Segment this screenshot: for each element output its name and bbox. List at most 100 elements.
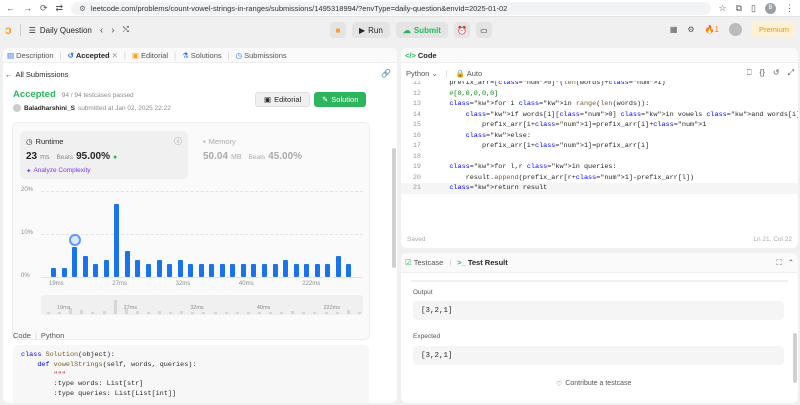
runtime-bar[interactable] bbox=[114, 203, 120, 277]
runtime-bar[interactable] bbox=[230, 264, 236, 277]
tab-switch-icon[interactable]: ⇄ bbox=[56, 3, 64, 14]
expand-icon[interactable]: ⛶ bbox=[776, 258, 781, 268]
daily-question-link[interactable]: ☰ Daily Question bbox=[29, 26, 92, 35]
runtime-bar[interactable] bbox=[209, 264, 215, 277]
mini-bar bbox=[224, 311, 228, 314]
runtime-bar[interactable] bbox=[283, 259, 289, 277]
runtime-box[interactable]: ◷ Runtime ⓘ 23 ms Beats 95.00% ● ✦ Analyze… bbox=[20, 131, 188, 179]
runtime-bar[interactable] bbox=[198, 264, 204, 277]
share-link-icon[interactable]: 🔗 bbox=[381, 69, 391, 78]
your-submission-marker[interactable] bbox=[68, 233, 81, 246]
runtime-bar[interactable] bbox=[251, 264, 257, 277]
runtime-bar[interactable] bbox=[240, 264, 246, 277]
menu-dots-icon[interactable]: ⋮ bbox=[785, 3, 794, 14]
submitter-name[interactable]: Baladharshini_S bbox=[24, 105, 75, 112]
post-solution-button[interactable]: ✎ Solution bbox=[314, 92, 367, 107]
prev-problem-icon[interactable]: ‹ bbox=[100, 25, 103, 36]
expected-label: Expected bbox=[413, 333, 441, 340]
settings-gear-icon[interactable]: ⚙ bbox=[687, 25, 694, 34]
format-code-icon[interactable]: {} bbox=[760, 68, 765, 78]
memory-box[interactable]: ▪ Memory 50.04 MB Beats 45.00% bbox=[199, 131, 359, 179]
analyze-complexity-link[interactable]: ✦ Analyze Complexity bbox=[26, 167, 91, 175]
extensions-icon[interactable]: ⧉ bbox=[736, 3, 742, 14]
back-to-submissions[interactable]: ← All Submissions bbox=[5, 70, 68, 79]
tab-accepted[interactable]: ↺ Accepted ✕ bbox=[68, 51, 118, 60]
editor-line: 21 class="kw">return result bbox=[401, 183, 798, 194]
sidebar-icon[interactable]: ▯ bbox=[751, 3, 756, 14]
runtime-bar[interactable] bbox=[177, 259, 183, 277]
premium-button[interactable]: Premium bbox=[751, 22, 796, 37]
layout-grid-icon[interactable]: ▦ bbox=[670, 25, 678, 34]
scrollbar[interactable] bbox=[793, 333, 797, 383]
info-icon[interactable]: ⓘ bbox=[174, 136, 182, 147]
runtime-bar[interactable] bbox=[335, 255, 341, 277]
tab-editorial[interactable]: ▣ Editorial bbox=[132, 51, 168, 60]
line-code: class="kw">for l,r class="kw">in queries… bbox=[449, 163, 617, 171]
clock-icon: ◷ bbox=[26, 137, 33, 146]
slider-tick-label: 32ms bbox=[190, 305, 204, 311]
line-code: #[0,0,0,0,0] bbox=[433, 89, 499, 98]
profile-avatar[interactable]: B bbox=[765, 2, 776, 14]
streak-counter[interactable]: 🔥1 bbox=[705, 25, 719, 34]
tab-test-result[interactable]: >_ Test Result bbox=[457, 258, 507, 267]
runtime-bar[interactable] bbox=[219, 264, 225, 277]
runtime-bar[interactable] bbox=[262, 264, 268, 277]
timer-button[interactable]: ⏰ bbox=[453, 22, 470, 38]
runtime-bar[interactable] bbox=[93, 264, 99, 277]
scrollbar[interactable] bbox=[392, 148, 396, 268]
submit-button[interactable]: ☁ Submit bbox=[395, 22, 448, 38]
next-problem-icon[interactable]: › bbox=[111, 25, 114, 36]
leetcode-logo-icon[interactable]: ↄ bbox=[5, 23, 12, 37]
runtime-bar[interactable] bbox=[145, 264, 151, 277]
runtime-bar[interactable] bbox=[103, 259, 109, 277]
runtime-bar[interactable] bbox=[156, 259, 162, 277]
tab-solutions[interactable]: ⚗ Solutions bbox=[182, 51, 222, 60]
user-avatar-small[interactable] bbox=[13, 104, 21, 112]
forward-arrow-icon[interactable]: → bbox=[23, 3, 32, 13]
runtime-bar[interactable] bbox=[167, 264, 173, 277]
reload-icon[interactable]: ⟳ bbox=[40, 3, 48, 14]
runtime-distribution-chart[interactable]: 20% 10% 0% 19ms 27ms 32ms 40ms 222ms 19ms 27m… bbox=[13, 183, 371, 341]
tab-submissions[interactable]: ◷ Submissions bbox=[236, 51, 287, 60]
runtime-bar[interactable] bbox=[188, 264, 194, 277]
contribute-testcase-link[interactable]: ♡ Contribute a testcase bbox=[556, 380, 631, 388]
code-editor[interactable]: 11 prefix_arr=[class="num">0]*(len(words… bbox=[401, 81, 798, 231]
debug-button[interactable]: ■ bbox=[330, 22, 346, 38]
runtime-bar[interactable] bbox=[325, 264, 331, 277]
runtime-bar[interactable] bbox=[61, 268, 67, 277]
tab-divider: | bbox=[227, 50, 230, 60]
runtime-bar[interactable] bbox=[82, 255, 88, 277]
reset-icon[interactable]: ↺ bbox=[773, 68, 780, 78]
tab-code[interactable]: </> Code bbox=[405, 51, 437, 60]
auto-mode-toggle[interactable]: 🔒 Auto bbox=[456, 69, 482, 78]
user-avatar[interactable] bbox=[728, 23, 742, 36]
bookmark-icon[interactable]: ⎕ bbox=[747, 68, 752, 78]
editorial-button[interactable]: ▣ Editorial bbox=[255, 92, 311, 107]
address-bar[interactable]: ⚙ leetcode.com/problems/count-vowel-stri… bbox=[71, 1, 711, 15]
runtime-bar[interactable] bbox=[293, 264, 299, 277]
runtime-bar[interactable] bbox=[51, 268, 56, 277]
code-language: Python bbox=[40, 331, 65, 340]
cursor-position: Ln 21, Col 22 bbox=[753, 236, 792, 243]
runtime-bar[interactable] bbox=[272, 264, 278, 277]
runtime-bar[interactable] bbox=[314, 264, 320, 277]
x-tick-label: 32ms bbox=[175, 281, 191, 287]
runtime-bar[interactable] bbox=[124, 251, 130, 277]
bookmark-star-icon[interactable]: ☆ bbox=[719, 3, 727, 14]
tab-description[interactable]: ▤ Description bbox=[7, 51, 54, 60]
expand-icon[interactable]: ⤢ bbox=[788, 68, 794, 78]
site-info-icon[interactable]: ⚙ bbox=[79, 4, 86, 13]
run-button[interactable]: ▶ Run bbox=[352, 22, 390, 38]
runtime-bar[interactable] bbox=[135, 259, 141, 277]
language-select[interactable]: Python ⌄ bbox=[406, 69, 438, 78]
runtime-bar[interactable] bbox=[346, 264, 352, 277]
notes-button[interactable]: ▭ bbox=[475, 22, 492, 38]
range-slider[interactable]: 19ms 27ms 32ms 40ms 222ms bbox=[41, 295, 363, 315]
back-arrow-icon[interactable]: ← bbox=[6, 3, 15, 13]
runtime-bar[interactable] bbox=[72, 246, 78, 277]
runtime-bar[interactable] bbox=[304, 264, 310, 277]
tab-testcase[interactable]: ☑ Testcase bbox=[405, 258, 443, 267]
close-tab-icon[interactable]: ✕ bbox=[112, 51, 118, 60]
collapse-icon[interactable]: ⌃ bbox=[788, 258, 794, 267]
shuffle-icon[interactable]: ⤭ bbox=[123, 25, 129, 35]
